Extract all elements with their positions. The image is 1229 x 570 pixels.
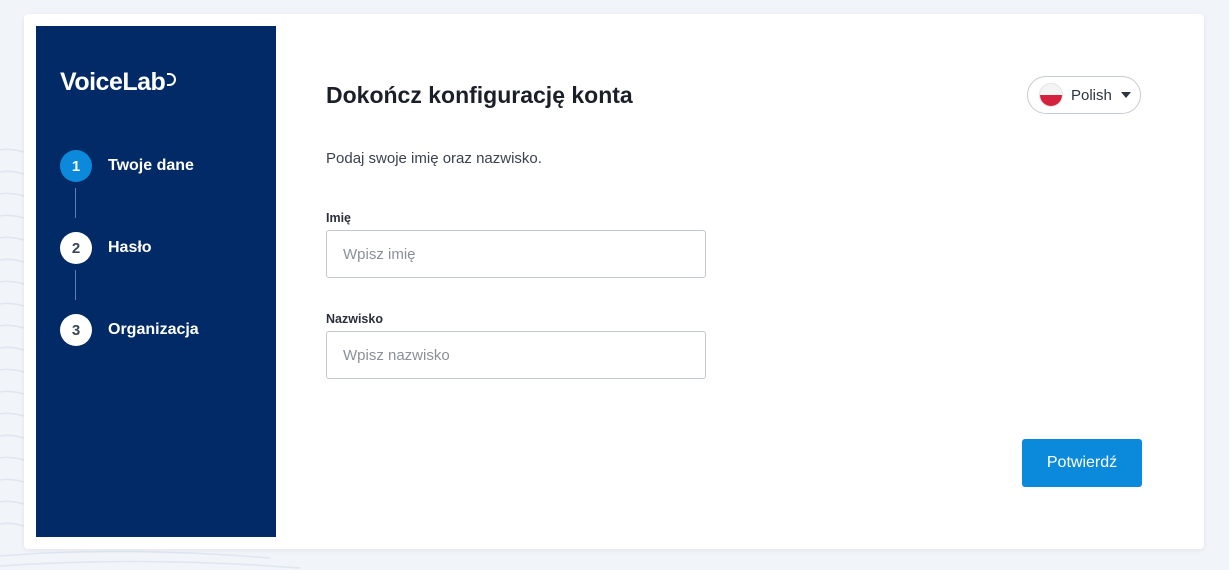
step-number-badge: 1 [60, 150, 92, 182]
step-number-badge: 3 [60, 314, 92, 346]
step-connector [75, 270, 76, 300]
step-connector [75, 188, 76, 218]
step-label: Hasło [108, 239, 152, 256]
form-description: Podaj swoje imię oraz nazwisko. [326, 150, 542, 167]
setup-card: VoiceLab 1 Twoje dane 2 Hasło 3 Organiza… [24, 14, 1204, 549]
step-organization: 3 Organizacja [60, 314, 199, 346]
step-password: 2 Hasło [60, 232, 152, 264]
confirm-button[interactable]: Potwierdź [1022, 439, 1142, 487]
sidebar: VoiceLab 1 Twoje dane 2 Hasło 3 Organiza… [36, 26, 276, 537]
first-name-input[interactable] [326, 230, 706, 278]
poland-flag-icon [1040, 84, 1062, 106]
last-name-label: Nazwisko [326, 312, 383, 326]
last-name-input[interactable] [326, 331, 706, 379]
step-label: Organizacja [108, 321, 199, 338]
first-name-label: Imię [326, 211, 352, 225]
language-label: Polish [1071, 86, 1112, 104]
step-personal-data: 1 Twoje dane [60, 150, 194, 182]
caret-down-icon [1120, 92, 1131, 98]
logo-mark-icon [167, 73, 177, 86]
logo-text: VoiceLab [60, 68, 166, 96]
page-title: Dokończ konfigurację konta [326, 82, 633, 108]
voicelab-logo: VoiceLab [60, 68, 177, 97]
step-number-badge: 2 [60, 232, 92, 264]
main-content: Dokończ konfigurację konta Polish Podaj … [326, 14, 1186, 549]
step-label: Twoje dane [108, 157, 194, 174]
language-select[interactable]: Polish [1027, 76, 1141, 114]
